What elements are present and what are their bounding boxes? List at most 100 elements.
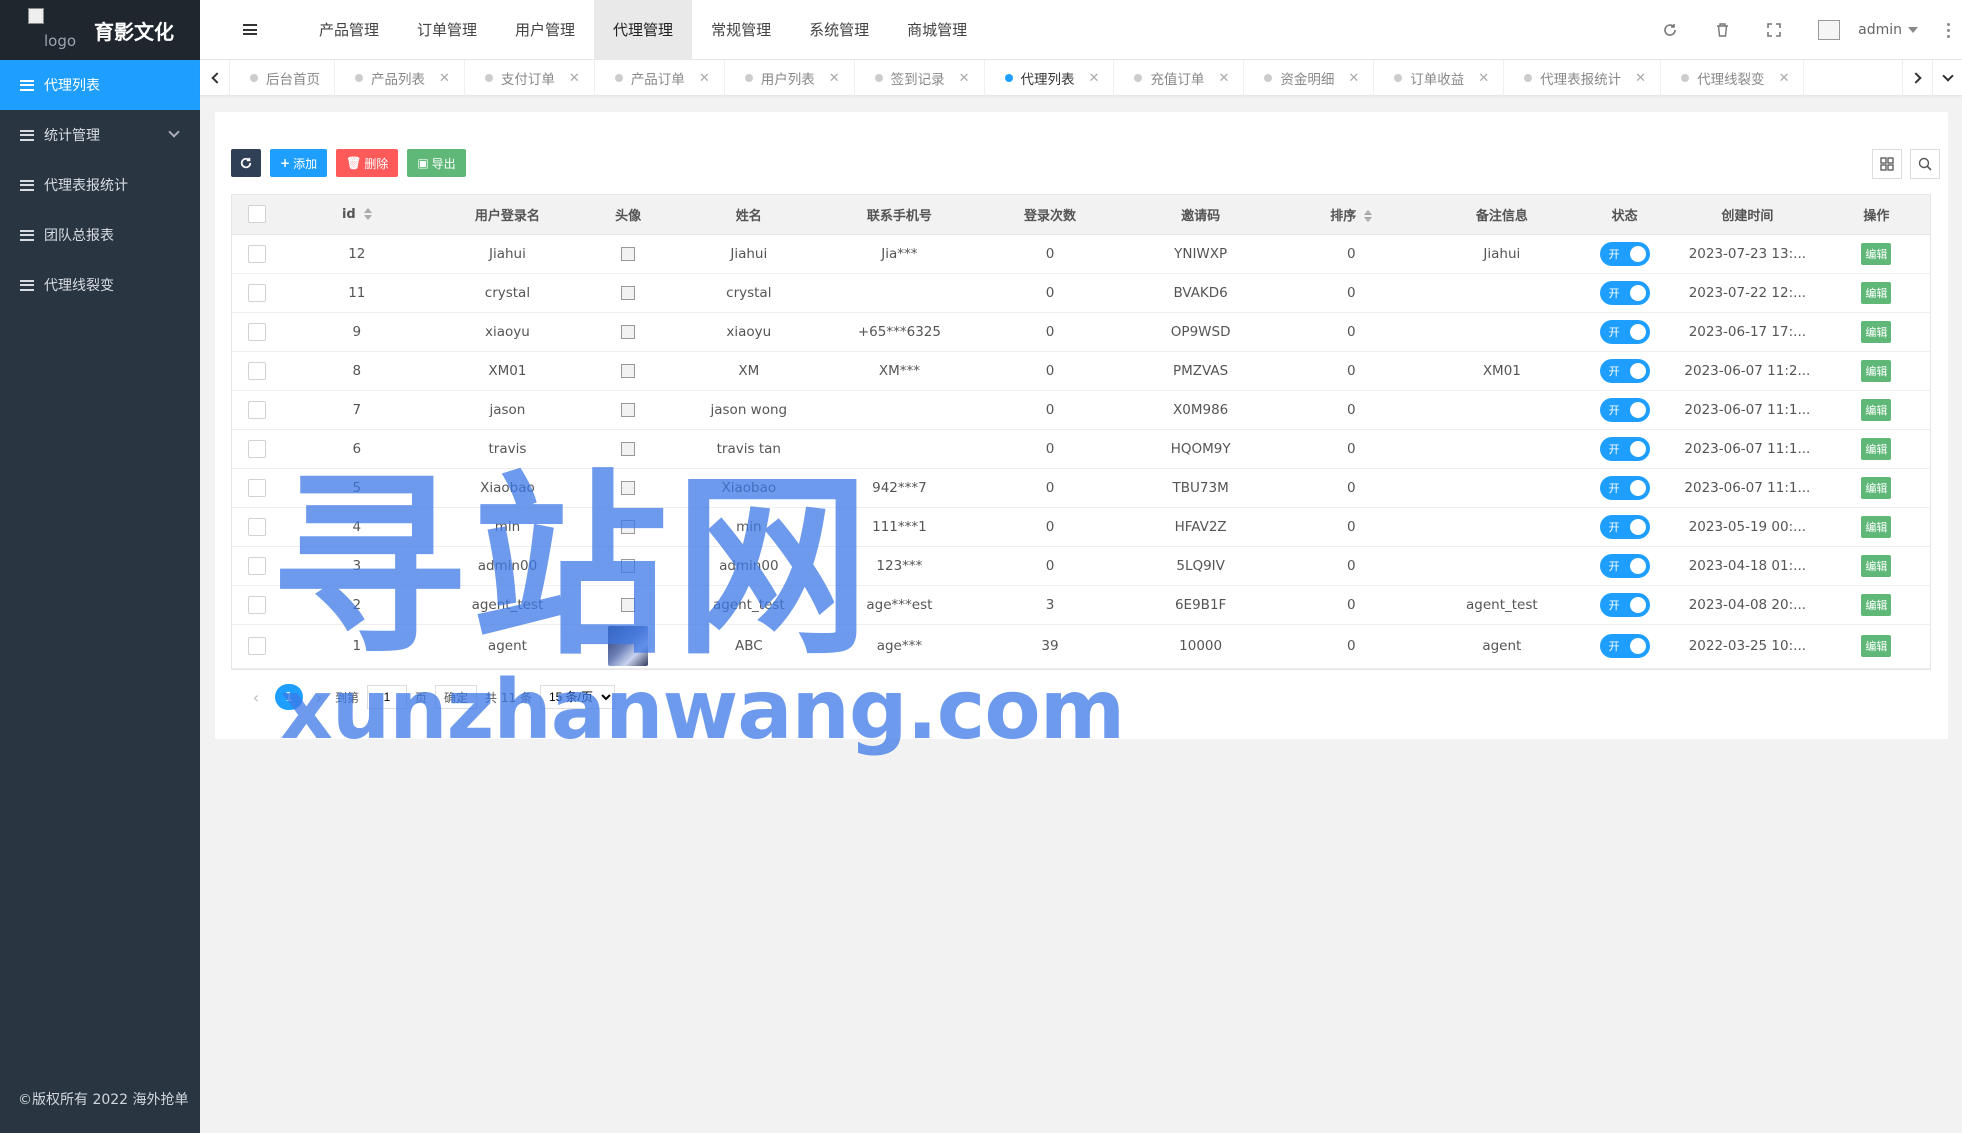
edit-button[interactable]: 编辑 — [1861, 242, 1892, 265]
page-size-select[interactable]: 15 条/页 — [539, 685, 615, 709]
status-toggle[interactable]: 开 — [1599, 592, 1650, 617]
sidebar-item-team-report[interactable]: 团队总报表 — [0, 210, 200, 260]
fullscreen-icon[interactable] — [1748, 0, 1800, 60]
row-checkbox[interactable] — [247, 322, 266, 341]
row-checkbox[interactable] — [247, 556, 266, 575]
edit-button[interactable]: 编辑 — [1861, 476, 1892, 499]
tab-label: 代理列表 — [1020, 72, 1075, 88]
col-id[interactable]: id — [281, 195, 433, 235]
edit-button[interactable]: 编辑 — [1861, 320, 1892, 343]
tab-fund-details[interactable]: 资金明细 ✕ — [1244, 60, 1375, 96]
username: admin — [1858, 22, 1902, 38]
close-icon[interactable]: ✕ — [1478, 71, 1489, 86]
row-checkbox[interactable] — [247, 439, 266, 458]
topnav-mall[interactable]: 商城管理 — [888, 0, 986, 60]
columns-icon[interactable] — [1872, 149, 1902, 179]
menu-toggle-button[interactable] — [200, 0, 300, 60]
tab-checkin-records[interactable]: 签到记录 ✕ — [855, 60, 985, 96]
edit-button[interactable]: 编辑 — [1861, 593, 1892, 616]
row-checkbox[interactable] — [247, 637, 266, 655]
tab-home[interactable]: 后台首页 — [230, 60, 335, 96]
export-button[interactable]: ▣ 导出 — [407, 149, 466, 177]
tab-recharge-orders[interactable]: 充值订单 ✕ — [1114, 60, 1245, 96]
tabs-menu-button[interactable] — [1932, 60, 1962, 96]
status-toggle[interactable]: 开 — [1599, 553, 1650, 578]
topnav-agent[interactable]: 代理管理 — [594, 0, 693, 60]
close-icon[interactable]: ✕ — [439, 71, 450, 86]
edit-button[interactable]: 编辑 — [1861, 281, 1892, 304]
goto-confirm-button[interactable]: 确定 — [435, 685, 478, 709]
sidebar-item-agent-report[interactable]: 代理表报统计 — [0, 160, 200, 210]
status-toggle[interactable]: 开 — [1599, 514, 1650, 539]
delete-button[interactable]: 🗑 删除 — [336, 149, 399, 177]
user-menu[interactable]: admin — [1800, 20, 1934, 40]
tabs-scroll-right-button[interactable] — [1902, 60, 1932, 96]
row-checkbox[interactable] — [247, 478, 266, 497]
edit-button[interactable]: 编辑 — [1861, 437, 1892, 460]
status-toggle[interactable]: 开 — [1599, 475, 1650, 500]
row-checkbox[interactable] — [247, 283, 266, 302]
status-toggle[interactable]: 开 — [1599, 634, 1650, 658]
search-icon[interactable] — [1910, 149, 1940, 179]
caret-down-icon — [1908, 27, 1918, 33]
status-toggle[interactable]: 开 — [1599, 319, 1650, 344]
tab-payment-orders[interactable]: 支付订单 ✕ — [465, 60, 595, 96]
add-button[interactable]: + 添加 — [270, 149, 328, 177]
status-toggle[interactable]: 开 — [1599, 241, 1650, 266]
status-toggle[interactable]: 开 — [1599, 280, 1650, 305]
close-icon[interactable]: ✕ — [1348, 71, 1359, 86]
goto-page-input[interactable] — [367, 685, 408, 709]
close-icon[interactable]: ✕ — [1218, 71, 1229, 86]
tab-order-earnings[interactable]: 订单收益 ✕ — [1374, 60, 1505, 96]
edit-button[interactable]: 编辑 — [1861, 554, 1892, 577]
prev-page-icon[interactable]: ‹ — [245, 688, 267, 707]
status-toggle[interactable]: 开 — [1599, 436, 1650, 461]
topnav-order[interactable]: 订单管理 — [398, 0, 496, 60]
refresh-icon[interactable] — [1644, 0, 1696, 60]
tab-product-list[interactable]: 产品列表 ✕ — [335, 60, 465, 96]
sort-icon[interactable] — [363, 208, 372, 221]
close-icon[interactable]: ✕ — [569, 71, 580, 86]
close-icon[interactable]: ✕ — [959, 71, 970, 86]
tab-agent-report[interactable]: 代理表报统计 ✕ — [1504, 60, 1662, 96]
select-all-cell — [232, 195, 282, 235]
cell-code: HQOM9Y — [1125, 429, 1276, 469]
close-icon[interactable]: ✕ — [1635, 71, 1646, 86]
tab-user-list[interactable]: 用户列表 ✕ — [725, 60, 855, 96]
tab-product-orders[interactable]: 产品订单 ✕ — [595, 60, 725, 96]
cell-id: 7 — [281, 390, 433, 430]
col-sort[interactable]: 排序 — [1275, 195, 1427, 235]
edit-button[interactable]: 编辑 — [1861, 359, 1892, 382]
sidebar-item-agent-list[interactable]: 代理列表 — [0, 60, 200, 110]
topnav-general[interactable]: 常规管理 — [692, 0, 790, 60]
refresh-button[interactable] — [231, 149, 261, 177]
row-checkbox[interactable] — [247, 517, 266, 536]
topnav-user[interactable]: 用户管理 — [496, 0, 594, 60]
tab-agent-fission[interactable]: 代理线裂变 ✕ — [1661, 60, 1805, 96]
edit-button[interactable]: 编辑 — [1861, 398, 1892, 421]
status-toggle[interactable]: 开 — [1599, 358, 1650, 383]
topnav-product[interactable]: 产品管理 — [300, 0, 398, 60]
current-page[interactable]: 1 — [275, 684, 303, 710]
row-checkbox[interactable] — [247, 595, 266, 614]
close-icon[interactable]: ✕ — [1089, 71, 1100, 86]
close-icon[interactable]: ✕ — [699, 71, 710, 86]
tab-agent-list[interactable]: 代理列表 ✕ — [985, 60, 1115, 96]
close-icon[interactable]: ✕ — [1779, 71, 1790, 86]
close-icon[interactable]: ✕ — [829, 71, 840, 86]
trash-icon[interactable] — [1696, 0, 1748, 60]
edit-button[interactable]: 编辑 — [1861, 635, 1892, 657]
status-toggle[interactable]: 开 — [1599, 397, 1650, 422]
topnav-system[interactable]: 系统管理 — [790, 0, 888, 60]
sidebar-item-stats[interactable]: 统计管理 — [0, 110, 200, 160]
row-checkbox[interactable] — [247, 244, 266, 263]
next-page-icon[interactable]: › — [311, 688, 327, 707]
edit-button[interactable]: 编辑 — [1861, 515, 1892, 538]
select-all-checkbox[interactable] — [247, 205, 266, 224]
more-vertical-icon[interactable] — [1934, 0, 1962, 60]
sidebar-item-agent-fission[interactable]: 代理线裂变 — [0, 260, 200, 310]
sort-icon[interactable] — [1364, 210, 1373, 223]
row-checkbox[interactable] — [247, 400, 266, 419]
tabs-scroll-left-button[interactable] — [200, 60, 230, 96]
row-checkbox[interactable] — [247, 361, 266, 380]
